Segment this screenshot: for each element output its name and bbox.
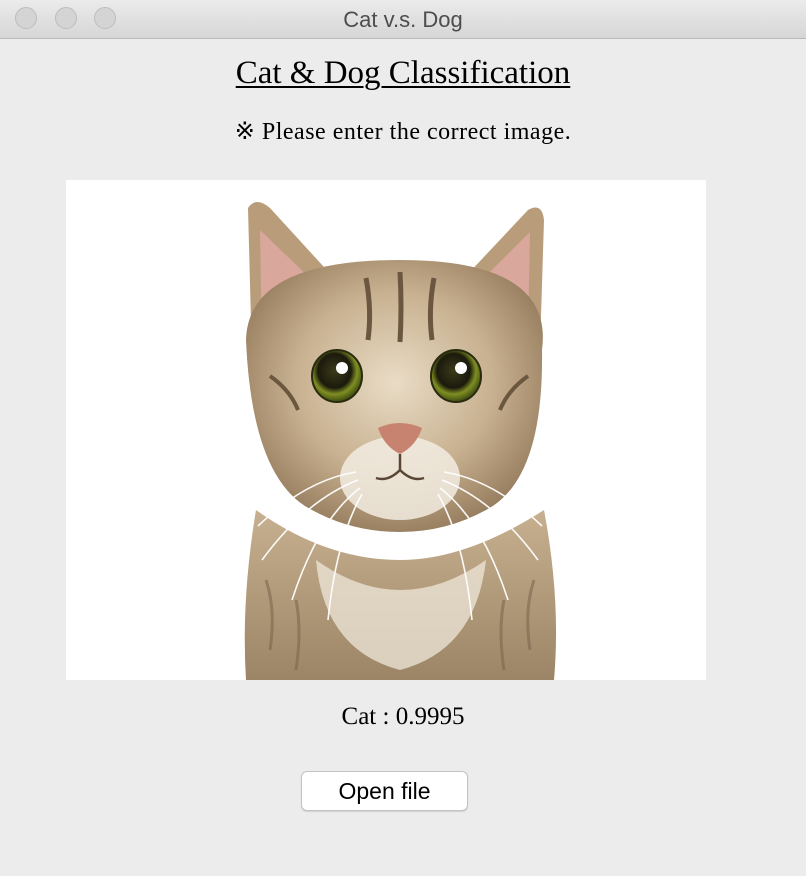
window-title: Cat v.s. Dog	[343, 7, 463, 32]
open-file-button[interactable]: Open file	[301, 771, 468, 811]
title-bar: Cat v.s. Dog	[0, 0, 806, 39]
app-window: Cat v.s. Dog Cat & Dog Classification ※ …	[0, 0, 806, 876]
image-preview	[66, 180, 706, 680]
instruction-text: ※ Please enter the correct image.	[234, 119, 572, 145]
prediction-result: Cat : 0.9995	[341, 703, 465, 730]
page-heading: Cat & Dog Classification	[235, 55, 571, 91]
cat-photo	[244, 202, 557, 680]
